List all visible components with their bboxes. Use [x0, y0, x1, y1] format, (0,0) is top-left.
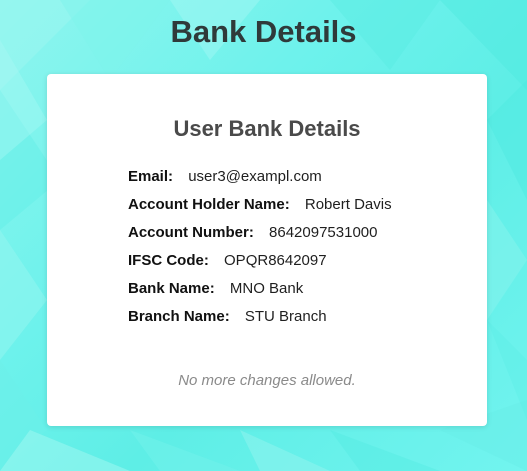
- account-number-label: Account Number:: [128, 224, 254, 241]
- bank-name-label: Bank Name:: [128, 280, 215, 297]
- page-title: Bank Details: [170, 14, 357, 49]
- email-row: Email: user3@exampl.com: [128, 167, 458, 195]
- bank-details-card: User Bank Details Email: user3@exampl.co…: [47, 74, 487, 426]
- bank-name-row: Bank Name: MNO Bank: [128, 279, 458, 307]
- branch-name-label: Branch Name:: [128, 308, 230, 325]
- account-holder-label: Account Holder Name:: [128, 196, 290, 213]
- email-value: user3@exampl.com: [188, 168, 322, 185]
- account-number-value: 8642097531000: [269, 224, 378, 241]
- ifsc-code-label: IFSC Code:: [128, 252, 209, 269]
- account-holder-row: Account Holder Name: Robert Davis: [128, 195, 458, 223]
- details-list: Email: user3@exampl.com Account Holder N…: [128, 167, 458, 335]
- email-label: Email:: [128, 168, 174, 185]
- ifsc-code-value: OPQR8642097: [224, 252, 327, 269]
- ifsc-code-row: IFSC Code: OPQR8642097: [128, 251, 458, 279]
- branch-name-row: Branch Name: STU Branch: [128, 307, 458, 335]
- branch-name-value: STU Branch: [244, 308, 327, 325]
- account-holder-value: Robert Davis: [304, 196, 392, 213]
- locked-notice: No more changes allowed.: [178, 372, 356, 389]
- account-number-row: Account Number: 8642097531000: [128, 223, 458, 251]
- card-title: User Bank Details: [173, 116, 361, 141]
- bank-name-value: MNO Bank: [229, 280, 304, 297]
